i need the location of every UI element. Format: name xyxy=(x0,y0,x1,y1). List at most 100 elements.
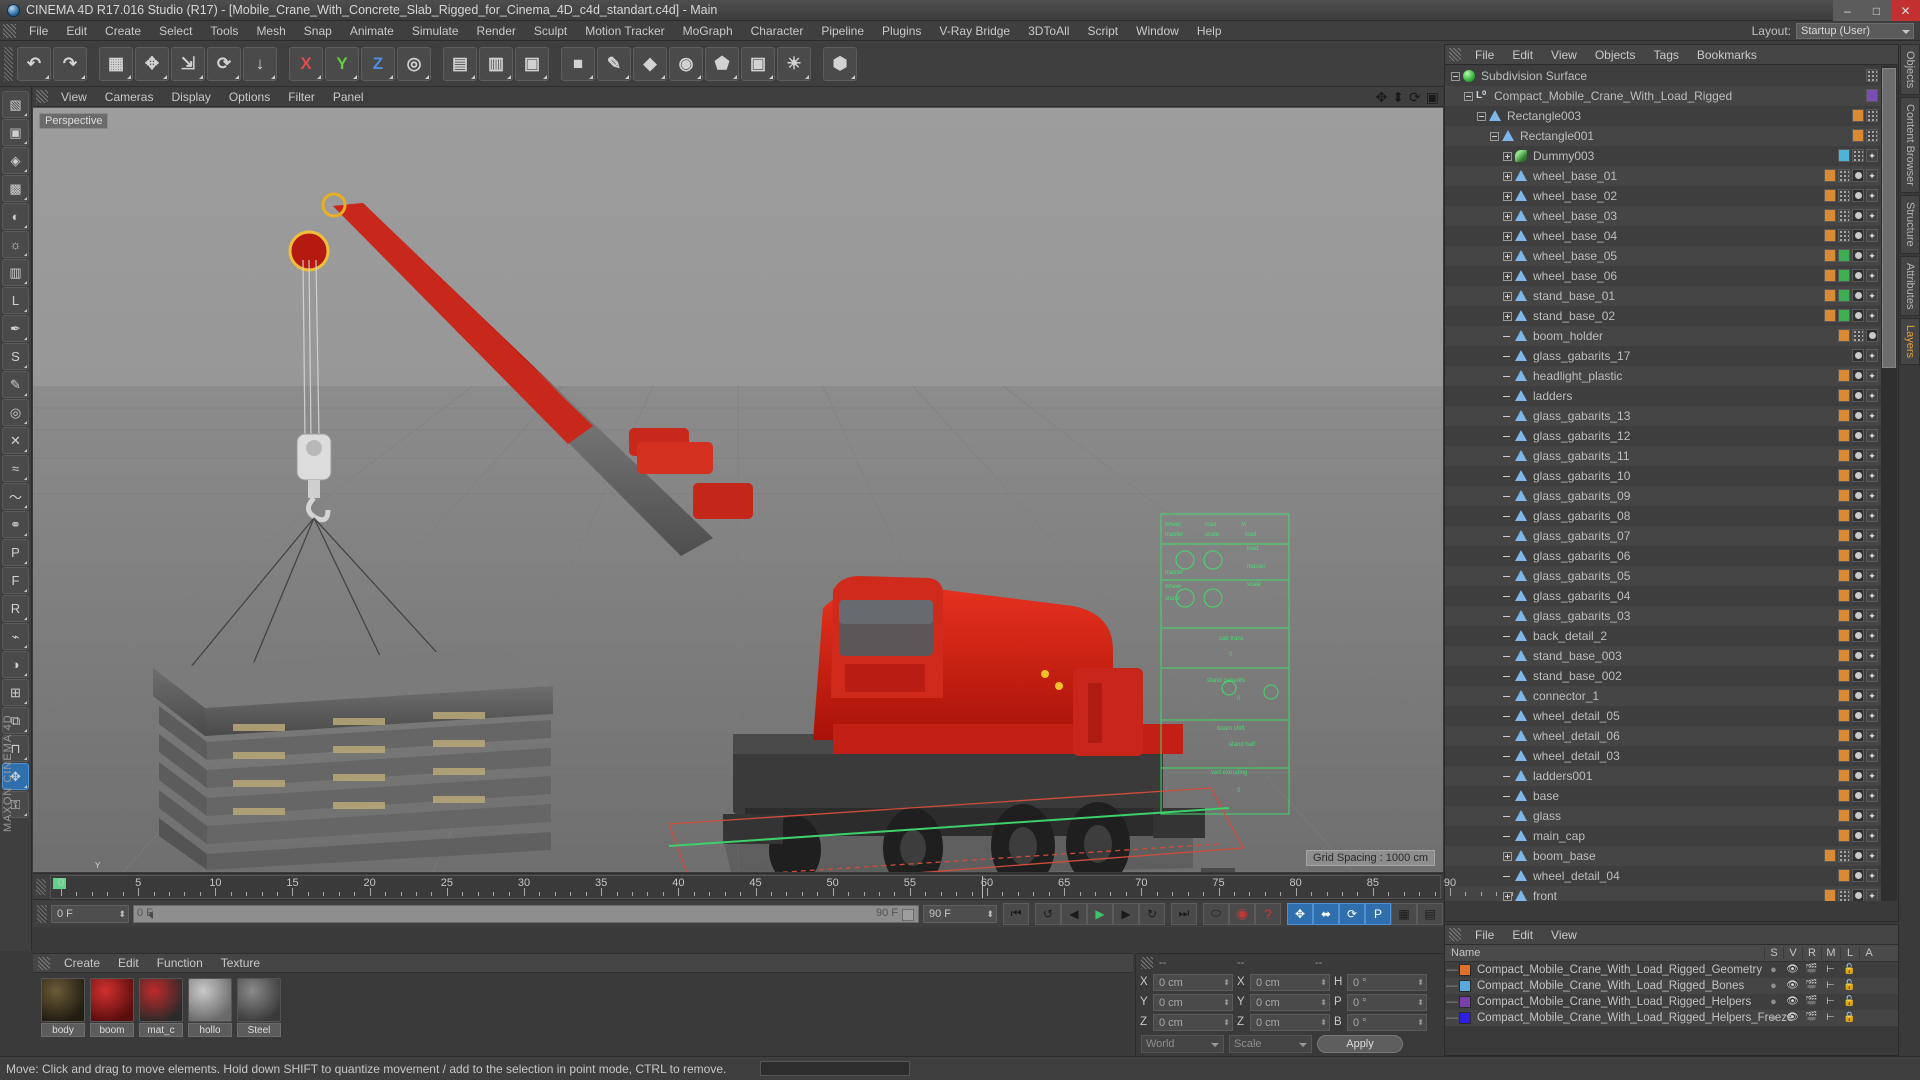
spline-pen-button[interactable]: ✎ xyxy=(597,46,631,81)
right-tab-attributes[interactable]: Attributes xyxy=(1900,255,1920,317)
tag-tex-icon[interactable] xyxy=(1852,729,1864,742)
tag-orng-icon[interactable] xyxy=(1838,769,1850,782)
spline-l-button[interactable]: L xyxy=(2,287,29,314)
mat-menu-edit[interactable]: Edit xyxy=(109,954,148,973)
coord-size-field[interactable]: 0 cm xyxy=(1250,1013,1330,1031)
tree-minus-icon[interactable] xyxy=(1490,131,1499,141)
tag-tex-icon[interactable] xyxy=(1852,289,1864,302)
timeline-ruler[interactable]: 0 5 10 15 20 25 30 35 40 45 50 55 60 65 70 75 80 85 90 xyxy=(33,873,1513,899)
tag-dots-icon[interactable] xyxy=(1866,129,1878,142)
tag-orng-icon[interactable] xyxy=(1838,469,1850,482)
tree-none-icon[interactable] xyxy=(1503,752,1512,761)
tag-orng-icon[interactable] xyxy=(1838,609,1850,622)
layer-manager-grip-icon[interactable] xyxy=(1449,928,1461,941)
object-tree[interactable]: Subdivision Surface L⁰ Compact_Mobile_Cran… xyxy=(1445,66,1882,901)
object-row[interactable]: wheel_detail_05 ✦ xyxy=(1445,706,1882,726)
om-menu-objects[interactable]: Objects xyxy=(1586,45,1645,65)
tag-tex-icon[interactable] xyxy=(1852,609,1864,622)
object-row[interactable]: wheel_base_05 ✦ xyxy=(1445,246,1882,266)
loop-forward-button[interactable]: ↻ xyxy=(1139,902,1165,925)
tag-orng-icon[interactable] xyxy=(1824,189,1836,202)
transport-grip-icon[interactable] xyxy=(37,904,47,923)
tag-tex-icon[interactable] xyxy=(1852,529,1864,542)
tag-orng-icon[interactable] xyxy=(1824,249,1836,262)
mat-menu-function[interactable]: Function xyxy=(148,954,212,973)
box-object-button[interactable]: ▥ xyxy=(2,259,29,286)
object-row[interactable]: stand_base_02 ✦ xyxy=(1445,306,1882,326)
object-row[interactable]: ladders001 ✦ xyxy=(1445,766,1882,786)
z-axis-button[interactable]: Z xyxy=(361,46,395,81)
tag-orng-icon[interactable] xyxy=(1838,729,1850,742)
material-swatch[interactable]: Steel xyxy=(237,978,281,1037)
layer-row[interactable]: — Compact_Mobile_Crane_With_Load_Rigged_B… xyxy=(1445,978,1898,994)
coord-size-field[interactable]: 0 cm xyxy=(1250,993,1330,1011)
tag-star-icon[interactable]: ✦ xyxy=(1866,629,1878,642)
tag-dots-icon[interactable] xyxy=(1866,69,1878,82)
viewport-menu-display[interactable]: Display xyxy=(162,87,219,107)
tag-tex-icon[interactable] xyxy=(1852,349,1864,362)
tag-orng-icon[interactable] xyxy=(1824,309,1836,322)
tree-none-icon[interactable] xyxy=(1503,872,1512,881)
material-preview-icon[interactable] xyxy=(41,978,85,1022)
tree-none-icon[interactable] xyxy=(1503,492,1512,501)
hair-button[interactable]: 〜 xyxy=(2,483,29,510)
tag-star-icon[interactable]: ✦ xyxy=(1866,689,1878,702)
tag-dots-icon[interactable] xyxy=(1838,889,1850,901)
tree-minus-icon[interactable] xyxy=(1464,91,1473,101)
tree-minus-icon[interactable] xyxy=(1451,71,1460,81)
tag-star-icon[interactable]: ✦ xyxy=(1866,809,1878,822)
constraint-r-button[interactable]: R xyxy=(2,595,29,622)
tag-tex-icon[interactable] xyxy=(1852,689,1864,702)
live-selection-button[interactable]: ▦ xyxy=(99,46,133,81)
om-menu-file[interactable]: File xyxy=(1466,45,1503,65)
object-row[interactable]: Subdivision Surface xyxy=(1445,66,1882,86)
tag-tex-icon[interactable] xyxy=(1852,669,1864,682)
tag-orng-icon[interactable] xyxy=(1824,889,1836,901)
layer-visibility-icon[interactable]: 👁 xyxy=(1783,980,1802,992)
tag-tex-icon[interactable] xyxy=(1852,369,1864,382)
timeline-track[interactable]: 0 5 10 15 20 25 30 35 40 45 50 55 60 65 70 75 80 85 90 xyxy=(50,875,1513,899)
tag-tex-icon[interactable] xyxy=(1852,749,1864,762)
material-preview-icon[interactable] xyxy=(90,978,134,1022)
menu-animate[interactable]: Animate xyxy=(341,21,403,41)
object-row[interactable]: glass_gabarits_04 ✦ xyxy=(1445,586,1882,606)
tag-orng-icon[interactable] xyxy=(1838,709,1850,722)
layer-anim-icon[interactable] xyxy=(1859,964,1878,976)
move-view-icon[interactable]: ✥ xyxy=(1376,89,1388,105)
simulate-button[interactable]: ≈ xyxy=(2,455,29,482)
step-back-button[interactable]: ◀ xyxy=(1061,902,1087,925)
tree-plus-icon[interactable] xyxy=(1503,191,1512,201)
tag-tex-icon[interactable] xyxy=(1852,769,1864,782)
tag-tex-icon[interactable] xyxy=(1852,789,1864,802)
tree-none-icon[interactable] xyxy=(1503,812,1512,821)
right-tab-objects[interactable]: Objects xyxy=(1900,44,1920,96)
tree-none-icon[interactable] xyxy=(1503,712,1512,721)
viewport-canvas[interactable]: wheel load M master scale load load master sca… xyxy=(33,108,1443,872)
layer-render-icon[interactable]: 🎬 xyxy=(1802,964,1821,976)
layer-lock-icon[interactable]: 🔓 xyxy=(1840,980,1859,992)
object-row[interactable]: wheel_detail_03 ✦ xyxy=(1445,746,1882,766)
object-row[interactable]: stand_base_003 ✦ xyxy=(1445,646,1882,666)
layer-lock-icon[interactable]: 🔒 xyxy=(1840,1012,1859,1024)
tag-tex-icon[interactable] xyxy=(1852,869,1864,882)
layer-render-icon[interactable]: 🎬 xyxy=(1802,996,1821,1008)
tag-star-icon[interactable]: ✦ xyxy=(1866,709,1878,722)
tree-none-icon[interactable] xyxy=(1503,372,1512,381)
menu-sculpt[interactable]: Sculpt xyxy=(525,21,576,41)
tag-star-icon[interactable]: ✦ xyxy=(1866,149,1878,162)
tag-orng-icon[interactable] xyxy=(1838,689,1850,702)
tag-prp-icon[interactable] xyxy=(1866,89,1878,102)
tag-star-icon[interactable]: ✦ xyxy=(1866,789,1878,802)
menu-motion-tracker[interactable]: Motion Tracker xyxy=(576,21,673,41)
pla-key-button[interactable]: ▦ xyxy=(1391,902,1417,925)
position-key-button[interactable]: ✥ xyxy=(1287,902,1313,925)
material-swatch[interactable]: hollo xyxy=(188,978,232,1037)
environment-button[interactable]: ⬟ xyxy=(705,46,739,81)
tree-none-icon[interactable] xyxy=(1503,472,1512,481)
coord-position-field[interactable]: 0 cm xyxy=(1153,993,1233,1011)
tag-dots-icon[interactable] xyxy=(1838,169,1850,182)
object-row[interactable]: base ✦ xyxy=(1445,786,1882,806)
object-row[interactable]: wheel_detail_04 ✦ xyxy=(1445,866,1882,886)
tag-dots-icon[interactable] xyxy=(1838,229,1850,242)
menu-window[interactable]: Window xyxy=(1127,21,1188,41)
